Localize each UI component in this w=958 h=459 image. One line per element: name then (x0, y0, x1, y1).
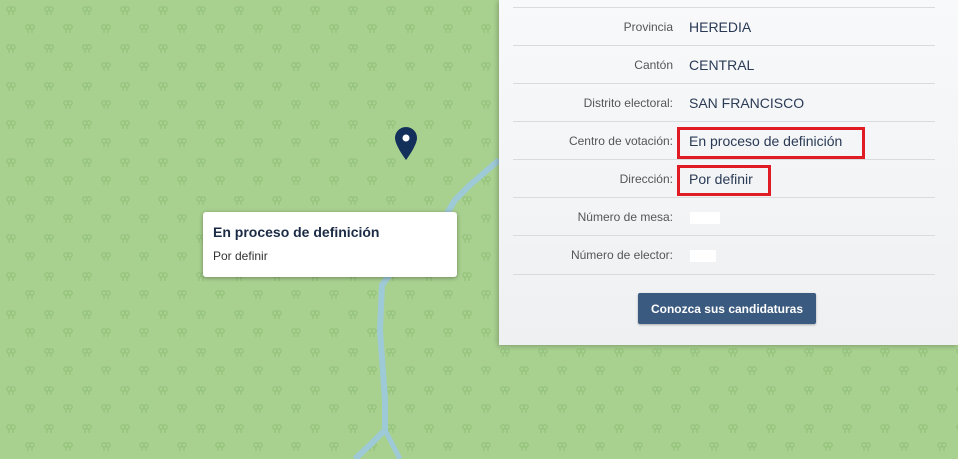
row-label: Número de elector: (570, 248, 673, 262)
row-numero-elector: Número de elector: (513, 235, 935, 275)
row-distrito: Distrito electoral: SAN FRANCISCO (513, 83, 935, 122)
voter-info-panel: Provincia HEREDIA Cantón CENTRAL Distrit… (499, 0, 958, 345)
popup-subtitle: Por definir (213, 249, 268, 263)
redacted-value (690, 212, 720, 224)
highlight-box (677, 127, 865, 159)
row-centro-votacion: Centro de votación: En proceso de defini… (513, 121, 935, 160)
row-label: Dirección: (619, 172, 673, 186)
row-numero-mesa: Número de mesa: (513, 197, 935, 236)
row-direccion: Dirección: Por definir (513, 159, 935, 198)
redacted-value (690, 250, 716, 262)
row-provincia: Provincia HEREDIA (513, 7, 935, 46)
map-info-popup: En proceso de definición Por definir (203, 212, 457, 277)
row-canton: Cantón CENTRAL (513, 45, 935, 84)
row-label: Provincia (623, 20, 673, 34)
location-pin-icon[interactable] (395, 127, 417, 160)
candidaturas-button[interactable]: Conozca sus candidaturas (638, 293, 816, 324)
row-value: SAN FRANCISCO (689, 95, 805, 111)
popup-title: En proceso de definición (213, 224, 380, 240)
row-value: HEREDIA (689, 19, 752, 35)
highlight-box (677, 165, 771, 196)
row-value: CENTRAL (689, 57, 755, 73)
row-label: Centro de votación: (568, 134, 673, 148)
row-label: Número de mesa: (577, 210, 673, 224)
row-label: Distrito electoral: (583, 96, 673, 110)
row-label: Cantón (634, 58, 673, 72)
